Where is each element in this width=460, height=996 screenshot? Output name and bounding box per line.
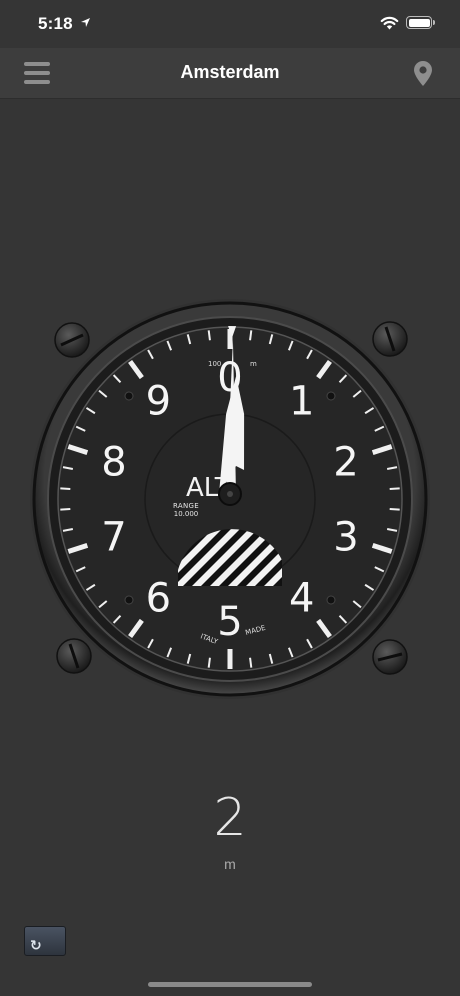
dial-tick <box>60 508 71 511</box>
altimeter-dial: 0123456789 100 m ALT RANGE 10.000 ITALY … <box>30 299 430 699</box>
screw-top-right <box>372 321 408 357</box>
navigation-bar: Amsterdam <box>0 48 460 99</box>
location-pin-icon[interactable] <box>410 60 436 88</box>
wifi-icon <box>380 16 399 30</box>
dial-tick <box>389 508 400 511</box>
dial-number: 8 <box>101 439 126 485</box>
home-indicator <box>148 982 312 987</box>
dial-number: 5 <box>217 599 242 645</box>
status-bar: 5:18 <box>0 0 460 48</box>
altitude-unit: m <box>224 856 236 872</box>
dial-number: 7 <box>101 515 126 561</box>
scale-mark: 100 <box>208 360 221 368</box>
dial-tick <box>249 330 253 341</box>
scale-unit: m <box>250 360 257 368</box>
range-value: 10.000 <box>174 510 199 518</box>
dial-tick <box>249 657 253 668</box>
dial-number: 9 <box>146 378 171 424</box>
page-title: Amsterdam <box>180 62 280 82</box>
dial-tick <box>207 330 211 341</box>
altimeter-gauge: 0123456789 100 m ALT RANGE 10.000 ITALY … <box>0 290 460 710</box>
screw-bottom-right <box>372 639 408 675</box>
dial-tick <box>389 487 400 490</box>
reset-button[interactable]: ↻ <box>24 926 66 956</box>
screw-bottom-left <box>56 638 92 674</box>
status-time: 5:18 <box>38 14 73 33</box>
dial-tick <box>60 487 71 490</box>
dial-number: 3 <box>333 515 358 561</box>
dial-number: 6 <box>146 576 171 622</box>
dial-number: 1 <box>289 378 314 424</box>
location-arrow-icon <box>81 18 90 27</box>
dial-number: 2 <box>333 439 358 485</box>
reset-icon: ↻ <box>30 937 42 953</box>
screw-top-left <box>54 322 90 358</box>
battery-icon <box>406 16 435 29</box>
dial-number: 4 <box>289 576 314 622</box>
altitude-readout: 2 <box>213 788 247 848</box>
dial-tick <box>207 657 211 668</box>
range-label: RANGE <box>173 502 199 510</box>
